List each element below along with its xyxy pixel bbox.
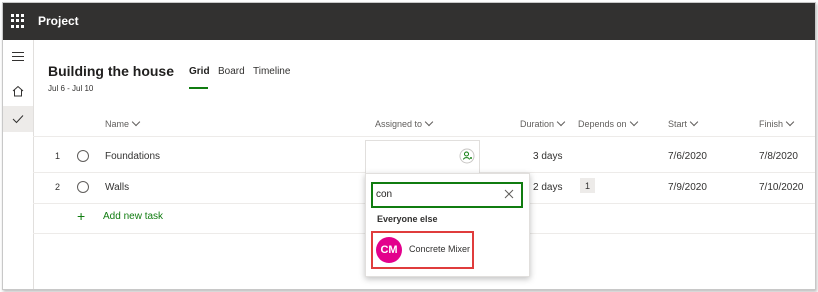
- row-number: 1: [55, 151, 61, 161]
- column-header-start[interactable]: Start: [668, 117, 699, 129]
- task-finish[interactable]: 7/8/2020: [759, 151, 798, 162]
- home-icon[interactable]: [3, 78, 33, 104]
- left-rail: [3, 40, 34, 289]
- top-bar: Project: [3, 3, 815, 40]
- assignee-search-box[interactable]: [371, 182, 523, 208]
- task-start[interactable]: 7/6/2020: [668, 151, 707, 162]
- assignee-search-input[interactable]: [376, 187, 496, 201]
- checkmark-icon[interactable]: [3, 106, 33, 132]
- dependency-badge[interactable]: 1: [580, 178, 595, 193]
- task-finish[interactable]: 7/10/2020: [759, 182, 804, 193]
- task-name[interactable]: Walls: [105, 182, 129, 193]
- chevron-down-icon: [131, 117, 141, 127]
- column-header-assigned[interactable]: Assigned to: [375, 117, 434, 129]
- suggestion-concrete-mixer[interactable]: CM Concrete Mixer: [371, 231, 474, 269]
- chevron-down-icon: [629, 117, 638, 127]
- task-duration[interactable]: 2 days: [533, 182, 562, 193]
- column-header-label: Start: [668, 119, 688, 129]
- app-title: Project: [38, 14, 79, 28]
- task-start[interactable]: 7/9/2020: [668, 182, 707, 193]
- suggestion-name: Concrete Mixer: [409, 244, 471, 254]
- person-add-icon[interactable]: [459, 148, 475, 164]
- row-number: 2: [55, 182, 61, 192]
- tab-timeline[interactable]: Timeline: [253, 66, 290, 77]
- active-tab-indicator: [189, 87, 208, 89]
- plus-icon[interactable]: +: [77, 209, 85, 223]
- chevron-down-icon: [424, 117, 434, 127]
- tab-grid[interactable]: Grid: [189, 66, 210, 77]
- task-name[interactable]: Foundations: [105, 151, 160, 162]
- column-header-finish[interactable]: Finish: [759, 117, 795, 129]
- task-duration[interactable]: 3 days: [533, 151, 562, 162]
- task-complete-toggle[interactable]: [77, 181, 89, 193]
- column-header-label: Finish: [759, 119, 784, 129]
- header-divider: [33, 136, 815, 137]
- column-header-label: Depends on: [578, 119, 627, 129]
- column-header-duration[interactable]: Duration: [520, 117, 566, 129]
- column-header-depends[interactable]: Depends on: [578, 117, 638, 129]
- plan-title: Building the house: [48, 63, 174, 79]
- plan-dates: Jul 6 - Jul 10: [48, 84, 94, 93]
- column-header-label: Duration: [520, 119, 555, 129]
- chevron-down-icon: [785, 117, 795, 127]
- group-label: Everyone else: [377, 214, 438, 224]
- column-header-label: Assigned to: [375, 119, 423, 129]
- task-complete-toggle[interactable]: [77, 150, 89, 162]
- chevron-down-icon: [556, 117, 566, 127]
- project-window: Project Building the house Jul 6 - Jul 1…: [2, 2, 816, 290]
- avatar: CM: [376, 237, 402, 263]
- add-new-task-button[interactable]: Add new task: [103, 211, 163, 222]
- column-header-label: Name: [105, 119, 130, 129]
- close-icon[interactable]: [503, 187, 515, 199]
- tab-board[interactable]: Board: [218, 66, 245, 77]
- column-header-name[interactable]: Name: [105, 117, 141, 129]
- hamburger-icon[interactable]: [3, 44, 33, 70]
- chevron-down-icon: [689, 117, 699, 127]
- app-launcher-icon[interactable]: [11, 14, 25, 28]
- assign-popup: Everyone else CM Concrete Mixer: [365, 173, 530, 277]
